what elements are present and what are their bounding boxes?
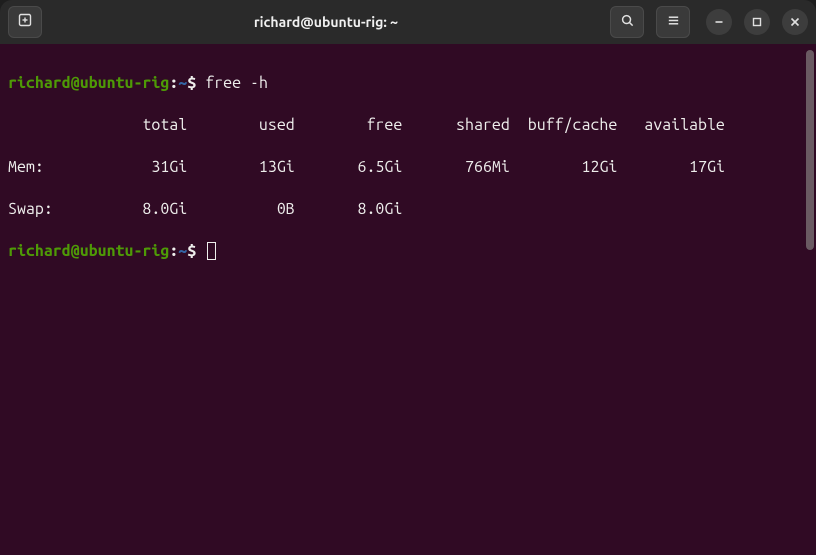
prompt-dollar: $ — [187, 74, 196, 92]
minimize-icon — [714, 13, 724, 31]
prompt-tilde-2: ~ — [178, 242, 187, 260]
prompt-user-2: richard — [8, 242, 71, 260]
search-icon — [620, 13, 635, 32]
swap-used: 0B — [277, 200, 295, 218]
minimize-button[interactable] — [706, 9, 732, 35]
prompt-line-2: richard@ubuntu-rig:~$ — [8, 241, 812, 262]
hdr-used: used — [259, 116, 295, 134]
prompt-user: richard — [8, 74, 71, 92]
prompt-at-2: @ — [71, 242, 80, 260]
hamburger-icon — [666, 13, 681, 32]
swap-total: 8.0Gi — [142, 200, 187, 218]
prompt-host: ubuntu-rig — [80, 74, 170, 92]
prompt-colon: : — [169, 74, 178, 92]
swap-free: 8.0Gi — [358, 200, 403, 218]
mem-free: 6.5Gi — [357, 158, 402, 176]
hdr-available: available — [644, 116, 725, 134]
command-text: free -h — [205, 74, 268, 92]
output-swap-row: Swap: 8.0Gi 0B 8.0Gi — [8, 199, 812, 220]
mem-label: Mem: — [8, 158, 44, 176]
prompt-colon-2: : — [169, 242, 178, 260]
output-mem-row: Mem: 31Gi 13Gi 6.5Gi 766Mi 12Gi 17Gi — [8, 157, 812, 178]
maximize-button[interactable] — [744, 9, 770, 35]
mem-available: 17Gi — [689, 158, 725, 176]
terminal-area[interactable]: richard@ubuntu-rig:~$ free -h total used… — [0, 44, 816, 555]
prompt-host-2: ubuntu-rig — [80, 242, 170, 260]
window-controls — [706, 9, 808, 35]
scrollbar-thumb[interactable] — [806, 50, 814, 250]
titlebar-right — [610, 6, 808, 38]
prompt-tilde: ~ — [178, 74, 187, 92]
prompt-at: @ — [71, 74, 80, 92]
close-button[interactable] — [782, 9, 808, 35]
new-tab-button[interactable] — [8, 6, 42, 38]
swap-label: Swap: — [8, 200, 53, 218]
output-header-row: total used free shared buff/cache availa… — [8, 115, 812, 136]
terminal-cursor — [207, 242, 216, 260]
window-title: richard@ubuntu-rig: ~ — [48, 14, 604, 30]
mem-shared: 766Mi — [465, 158, 510, 176]
mem-buffcache: 12Gi — [582, 158, 618, 176]
mem-used: 13Gi — [259, 158, 295, 176]
hdr-buffcache: buff/cache — [528, 116, 618, 134]
close-icon — [790, 13, 800, 31]
hdr-shared: shared — [456, 116, 510, 134]
prompt-dollar-2: $ — [187, 242, 196, 260]
mem-total: 31Gi — [151, 158, 187, 176]
hdr-free: free — [366, 116, 402, 134]
hdr-total: total — [142, 116, 187, 134]
window-titlebar: richard@ubuntu-rig: ~ — [0, 0, 816, 44]
maximize-icon — [752, 13, 762, 31]
prompt-line-1: richard@ubuntu-rig:~$ free -h — [8, 73, 812, 94]
search-button[interactable] — [610, 6, 644, 38]
new-tab-icon — [17, 12, 33, 32]
menu-button[interactable] — [656, 6, 690, 38]
titlebar-left — [8, 6, 42, 38]
